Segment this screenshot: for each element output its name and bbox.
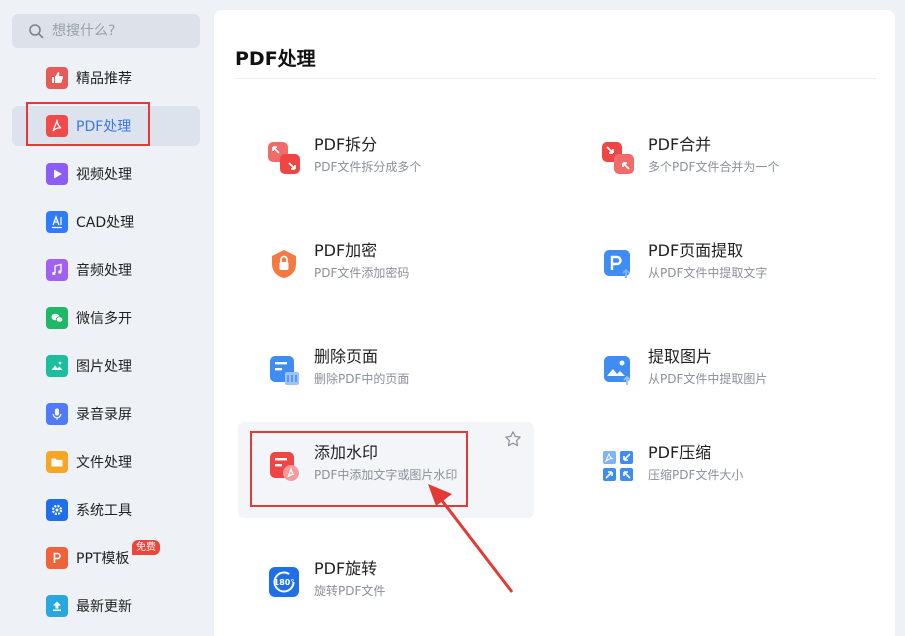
tool-pdf-split[interactable]: PDF拆分 PDF文件拆分成多个 <box>238 114 534 210</box>
sidebar-item-label: PPT模板 <box>76 551 130 567</box>
tool-desc: 多个PDF文件合并为一个 <box>648 160 780 174</box>
upload-icon <box>46 595 68 617</box>
sidebar-item-wechat[interactable]: 微信多开 <box>12 298 200 338</box>
page-title: PDF处理 <box>235 48 316 70</box>
sidebar-item-video[interactable]: 视频处理 <box>12 154 200 194</box>
title-divider <box>235 78 876 79</box>
sidebar-item-label: 音频处理 <box>76 263 132 279</box>
tool-delete-page[interactable]: 删除页面删除PDF中的页面 <box>238 326 534 422</box>
sidebar-item-latest[interactable]: 最新更新 <box>12 586 200 626</box>
main-panel: PDF处理 PDF拆分 PDF文件拆分成多个 PDF合并 多个PDF文件合并为一个 … <box>214 10 895 636</box>
rotate-icon: 180° <box>268 566 300 598</box>
search-input[interactable] <box>52 23 192 39</box>
sidebar: 精品推荐 PDF处理 视频处理 CAD处理 音频处理 微信多开 图片处理 录音录… <box>0 0 212 636</box>
tool-desc: PDF文件添加密码 <box>314 266 410 280</box>
sidebar-item-record[interactable]: 录音录屏 <box>12 394 200 434</box>
favorite-star-icon[interactable] <box>504 430 522 448</box>
sidebar-item-label: 视频处理 <box>76 167 132 183</box>
sidebar-item-label: 文件处理 <box>76 455 132 471</box>
split-icon <box>268 142 300 174</box>
thumbs-up-icon <box>46 67 68 89</box>
folder-icon <box>46 451 68 473</box>
gear-icon <box>46 499 68 521</box>
video-play-icon <box>46 163 68 185</box>
lock-icon <box>268 248 300 280</box>
tool-pdf-page-extract[interactable]: PDF页面提取从PDF文件中提取文字 <box>572 220 868 316</box>
sidebar-item-label: 系统工具 <box>76 503 132 519</box>
sidebar-item-label: 录音录屏 <box>76 407 132 423</box>
tool-name: PDF页面提取 <box>648 241 744 260</box>
image-icon <box>46 355 68 377</box>
tool-pdf-merge[interactable]: PDF合并多个PDF文件合并为一个 <box>572 114 868 210</box>
search-box[interactable] <box>12 14 200 48</box>
sidebar-item-label: 精品推荐 <box>76 71 132 87</box>
wechat-icon <box>46 307 68 329</box>
tool-name: PDF拆分 <box>314 135 378 154</box>
tool-name: PDF旋转 <box>314 559 378 578</box>
tool-desc: 旋转PDF文件 <box>314 584 386 598</box>
music-note-icon <box>46 259 68 281</box>
sidebar-item-label: 最新更新 <box>76 599 132 615</box>
free-badge: 免费 <box>132 540 160 555</box>
tool-name: 提取图片 <box>648 347 713 366</box>
svg-text:180°: 180° <box>274 578 295 587</box>
sidebar-item-cad[interactable]: CAD处理 <box>12 202 200 242</box>
tool-desc: 压缩PDF文件大小 <box>648 468 744 482</box>
tool-desc: 删除PDF中的页面 <box>314 372 410 386</box>
annotation-highlight-box <box>26 102 150 146</box>
tool-name: PDF加密 <box>314 241 378 260</box>
tool-pdf-encrypt[interactable]: PDF加密 PDF文件添加密码 <box>238 220 534 316</box>
sidebar-item-audio[interactable]: 音频处理 <box>12 250 200 290</box>
sidebar-item-file[interactable]: 文件处理 <box>12 442 200 482</box>
page-extract-icon <box>602 248 634 280</box>
tool-desc: 从PDF文件中提取文字 <box>648 266 768 280</box>
compress-icon <box>602 450 634 482</box>
tool-desc: 从PDF文件中提取图片 <box>648 372 768 386</box>
sidebar-item-label: 图片处理 <box>76 359 132 375</box>
delete-page-icon <box>268 354 300 386</box>
sidebar-item-system[interactable]: 系统工具 <box>12 490 200 530</box>
tool-name: PDF压缩 <box>648 443 712 462</box>
annotation-arrow <box>428 484 514 593</box>
merge-icon <box>602 142 634 174</box>
ppt-icon <box>46 547 68 569</box>
extract-image-icon <box>602 354 634 386</box>
tool-name: 删除页面 <box>314 347 379 366</box>
tool-name: PDF合并 <box>648 135 712 154</box>
sidebar-item-label: 微信多开 <box>76 311 132 327</box>
tool-extract-image[interactable]: 提取图片从PDF文件中提取图片 <box>572 326 868 422</box>
sidebar-item-recommend[interactable]: 精品推荐 <box>12 58 200 98</box>
cad-icon <box>46 211 68 233</box>
microphone-icon <box>46 403 68 425</box>
search-icon <box>29 24 44 39</box>
sidebar-item-image[interactable]: 图片处理 <box>12 346 200 386</box>
sidebar-item-ppt[interactable]: PPT模板 免费 <box>12 538 200 578</box>
tool-desc: PDF文件拆分成多个 <box>314 160 422 174</box>
sidebar-item-label: CAD处理 <box>76 215 135 231</box>
tool-pdf-compress[interactable]: PDF压缩压缩PDF文件大小 <box>572 422 868 518</box>
